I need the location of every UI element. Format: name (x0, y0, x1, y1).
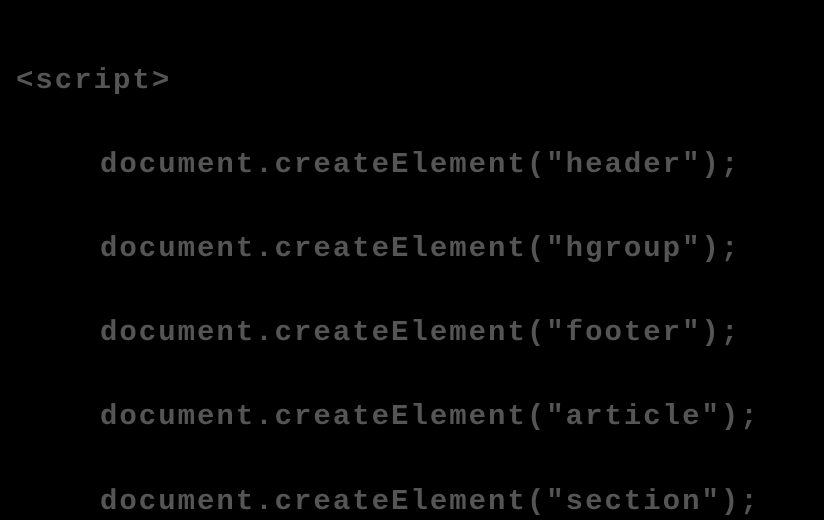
code-line-open: <script> (16, 60, 808, 102)
code-line: document.createElement("footer"); (16, 312, 808, 354)
code-line: document.createElement("header"); (16, 144, 808, 186)
code-line: document.createElement("section"); (16, 481, 808, 520)
code-line: document.createElement("hgroup"); (16, 228, 808, 270)
code-snippet: <script> document.createElement("header"… (0, 0, 824, 520)
code-line: document.createElement("article"); (16, 396, 808, 438)
